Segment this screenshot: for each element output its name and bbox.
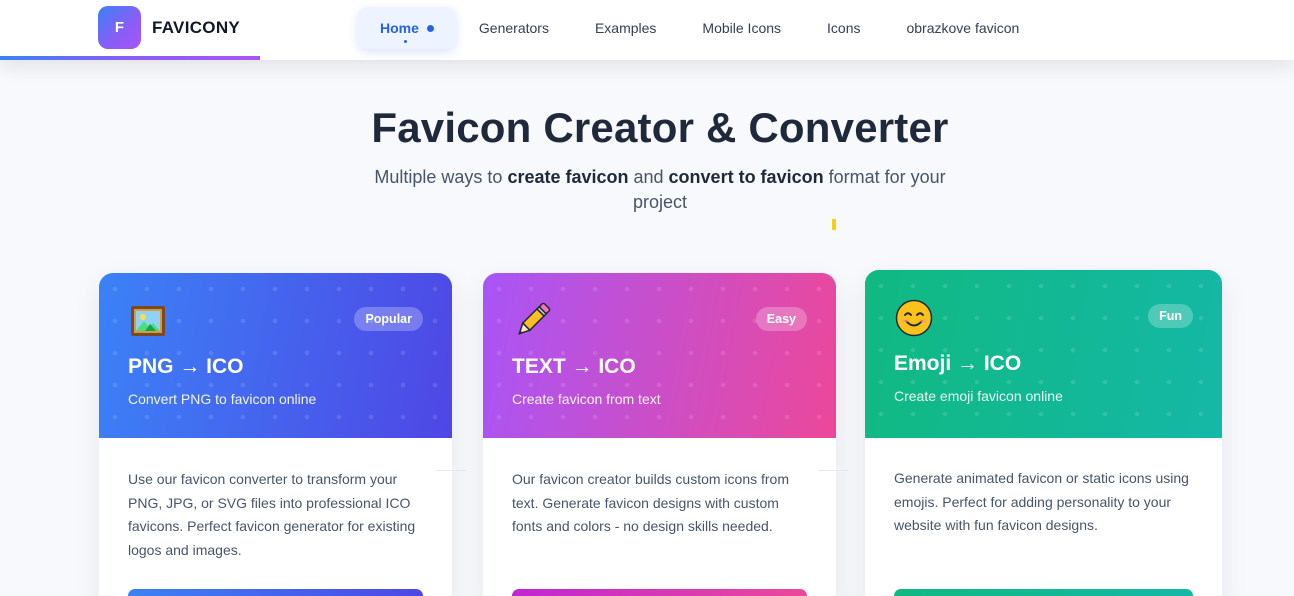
subtitle-highlight-convert: convert to favicon	[668, 167, 824, 187]
card-header: Popular PNG → ICO Convert PNG to favicon…	[99, 273, 452, 438]
framed-picture-icon	[128, 301, 168, 341]
nav-item-label: Mobile Icons	[702, 20, 782, 36]
card-badge: Fun	[1148, 304, 1193, 328]
page-title: Favicon Creator & Converter	[371, 104, 949, 151]
card-title: TEXT → ICO	[512, 355, 636, 378]
card-header: Easy TEXT → ICO Create favicon from text	[483, 273, 836, 438]
smiling-face-icon	[894, 298, 934, 338]
nav-item-label: obrazkove favicon	[906, 20, 1020, 36]
page-subtitle: Multiple ways to create favicon and conv…	[360, 165, 960, 215]
active-indicator-dot	[426, 24, 434, 32]
card-description: Use our favicon converter to transform y…	[128, 471, 416, 558]
scroll-progress-bar	[0, 56, 260, 60]
brand-logo-icon: F	[98, 6, 141, 49]
card-divider	[818, 470, 848, 471]
card-title: Emoji → ICO	[894, 352, 1022, 375]
subtitle-text: and	[628, 167, 669, 187]
active-indicator-underdot	[404, 40, 407, 43]
card-emoji-to-ico[interactable]: Fun Emoji → ICO Create emoji favicon onl…	[865, 270, 1222, 596]
card-header: Fun Emoji → ICO Create emoji favicon onl…	[865, 270, 1222, 438]
card-tagline: Convert PNG to favicon online	[128, 391, 317, 407]
decorative-mark	[832, 219, 836, 230]
card-badge: Popular	[354, 307, 423, 331]
card-tagline: Create favicon from text	[512, 391, 661, 407]
nav-item-examples[interactable]: Examples	[572, 7, 679, 49]
nav-item-mobile-icons[interactable]: Mobile Icons	[679, 7, 804, 49]
nav-item-obrazkove-favicon[interactable]: obrazkove favicon	[883, 7, 1042, 49]
brand-logo-link[interactable]: F FAVICONY	[98, 6, 240, 49]
card-text-to-ico[interactable]: Easy TEXT → ICO Create favicon from text…	[483, 273, 836, 596]
card-action-button[interactable]	[894, 589, 1193, 596]
top-navbar: F FAVICONY Home Generators Examples Mobi…	[0, 0, 1294, 60]
nav-item-label: Generators	[478, 20, 549, 36]
card-png-to-ico[interactable]: Popular PNG → ICO Convert PNG to favicon…	[99, 273, 452, 596]
nav-item-label: Icons	[827, 20, 861, 36]
card-description: Generate animated favicon or static icon…	[894, 470, 1189, 533]
card-tagline: Create emoji favicon online	[894, 388, 1063, 404]
nav-item-label: Examples	[594, 20, 657, 36]
nav-item-generators[interactable]: Generators	[456, 7, 572, 49]
subtitle-highlight-create: create favicon	[507, 167, 629, 187]
nav-item-home[interactable]: Home	[358, 7, 456, 49]
card-action-button[interactable]	[128, 589, 423, 596]
card-divider	[436, 470, 466, 471]
subtitle-text: Multiple ways to	[374, 167, 508, 187]
pencil-icon	[512, 301, 552, 341]
brand-name: FAVICONY	[152, 17, 241, 37]
card-badge: Easy	[755, 307, 807, 331]
main-nav: Home Generators Examples Mobile Icons Ic…	[358, 7, 1042, 49]
card-action-button[interactable]	[512, 589, 807, 596]
nav-item-icons[interactable]: Icons	[804, 7, 883, 49]
card-description: Our favicon creator builds custom icons …	[512, 471, 789, 534]
nav-item-label: Home	[380, 20, 419, 36]
card-title: PNG → ICO	[128, 355, 244, 378]
